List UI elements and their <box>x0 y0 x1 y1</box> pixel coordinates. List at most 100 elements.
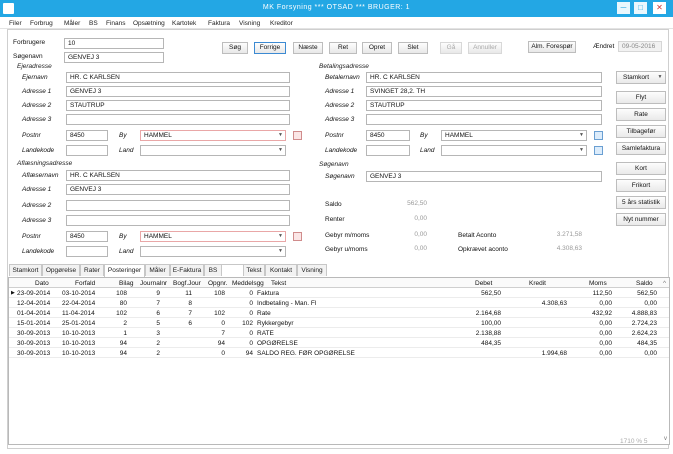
ejer-adr1-input[interactable]: GENVEJ 3 <box>66 86 290 97</box>
aflaes-landekode-input[interactable] <box>66 246 108 257</box>
aendret-field: 09-05-2016 <box>618 41 662 52</box>
col-bogf-jour[interactable]: Bogf.Jour <box>173 279 201 288</box>
menu-opsaetning[interactable]: Opsætning <box>133 20 165 27</box>
col-dato[interactable]: Dato <box>35 279 49 288</box>
menu-bar: Filer Forbrug Måler BS Finans Opsætning … <box>0 17 673 29</box>
gaa-button[interactable]: Gå <box>440 42 462 54</box>
close-button[interactable]: ✕ <box>653 2 666 14</box>
forbrugere-input[interactable]: 10 <box>64 38 164 49</box>
betal-landekode-input[interactable] <box>366 145 410 156</box>
col-kredit[interactable]: Kredit <box>529 279 546 288</box>
stamkort-dropdown[interactable]: Stamkort ▼ <box>616 71 666 84</box>
betal-adr2-input[interactable]: STAUTRUP <box>366 100 602 111</box>
col-opgnr[interactable]: Opgnr. <box>208 279 228 288</box>
rate-button[interactable]: Rate <box>616 108 666 121</box>
menu-filer[interactable]: Filer <box>9 20 22 27</box>
tab-visning[interactable]: Visning <box>297 264 327 276</box>
menu-finans[interactable]: Finans <box>106 20 126 27</box>
kort-button[interactable]: Kort <box>616 162 666 175</box>
ejer-landekode-input[interactable] <box>66 145 108 156</box>
col-saldo[interactable]: Saldo <box>636 279 653 288</box>
frikort-button[interactable]: Frikort <box>616 179 666 192</box>
annuller-button[interactable]: Annuller <box>468 42 502 54</box>
betal-adr3-input[interactable] <box>366 114 602 125</box>
naeste-button[interactable]: Næste <box>293 42 323 54</box>
table-row[interactable]: ▶ 23-09-2014 03-10-2014 108 9 11 108 0 Faktura 56… <box>9 289 669 298</box>
table-row[interactable]: 30-09-2013 10-10-2013 94 2 0 94 SALDO REG. FØR… <box>9 349 669 358</box>
table-row[interactable]: 30-09-2013 10-10-2013 94 2 94 0 OPGØRELSE 484,3… <box>9 339 669 348</box>
soeg-input[interactable]: GENVEJ 3 <box>366 171 602 182</box>
ejer-land-select[interactable]: ▼ <box>140 145 286 156</box>
col-debet[interactable]: Debet <box>475 279 492 288</box>
aflaes-by-select[interactable]: HAMMEL ▼ <box>140 231 286 242</box>
betal-adr1-input[interactable]: SVINGET 28,2. TH <box>366 86 602 97</box>
betal-land-select[interactable]: ▼ <box>441 145 587 156</box>
gebyr-m-moms-value: 0,00 <box>414 231 427 238</box>
row-divider <box>9 327 669 328</box>
tab-bs[interactable]: BS <box>204 264 222 276</box>
fem-aars-statistik-button[interactable]: 5 års statistik <box>616 196 666 209</box>
menu-kreditor[interactable]: Kreditor <box>270 20 293 27</box>
ejer-by-select[interactable]: HAMMEL ▼ <box>140 130 286 141</box>
aflaes-adr2-input[interactable] <box>66 200 290 211</box>
table-row[interactable]: 01-04-2014 11-04-2014 102 6 7 102 0 Rate 2.164,6… <box>9 309 669 318</box>
menu-bs[interactable]: BS <box>89 20 98 27</box>
col-journalnr[interactable]: Journalnr <box>140 279 167 288</box>
samlefaktura-button[interactable]: Samlefaktura <box>616 142 666 155</box>
maximize-button[interactable]: □ <box>634 2 647 14</box>
soegenavn-top-input[interactable]: GENVEJ 3 <box>64 52 164 63</box>
tab-stamkort[interactable]: Stamkort <box>9 264 42 276</box>
tilbagefoer-button[interactable]: Tilbagefør <box>616 125 666 138</box>
col-forfald[interactable]: Forfald <box>75 279 95 288</box>
soeg-button[interactable]: Søg <box>222 42 248 54</box>
aflaes-land-select[interactable]: ▼ <box>140 246 286 257</box>
tab-tekst[interactable]: Tekst <box>243 264 265 276</box>
betalernavn-input[interactable]: HR. C KARLSEN <box>366 72 602 83</box>
slet-button[interactable]: Slet <box>398 42 428 54</box>
chevron-down-icon: ▼ <box>278 132 283 138</box>
alm-forespoer-button[interactable]: Alm. Forespør <box>528 41 576 53</box>
col-meddelsgg[interactable]: Meddelsgg <box>232 279 264 288</box>
aflaes-address-lookup-icon[interactable] <box>293 232 302 241</box>
menu-maaler[interactable]: Måler <box>64 20 80 27</box>
tab-kontakt[interactable]: Kontakt <box>265 264 297 276</box>
aflaes-postnr-label: Postnr <box>22 233 41 240</box>
tab-maaler[interactable]: Måler <box>145 264 170 276</box>
betal-by-label: By <box>420 132 428 139</box>
betal-postnr-input[interactable]: 8450 <box>366 130 410 141</box>
table-row[interactable]: 30-09-2013 10-10-2013 1 3 7 0 RATE 2.138,88 0,00… <box>9 329 669 338</box>
aflaes-postnr-input[interactable]: 8450 <box>66 231 108 242</box>
betal-land-lookup-icon[interactable] <box>594 146 603 155</box>
menu-forbrug[interactable]: Forbrug <box>30 20 53 27</box>
aflaesnavn-input[interactable]: HR. C KARLSEN <box>66 170 290 181</box>
col-tekst[interactable]: Tekst <box>271 279 286 288</box>
ejer-adr2-input[interactable]: STAUTRUP <box>66 100 290 111</box>
menu-kartotek[interactable]: Kartotek <box>172 20 196 27</box>
menu-visning[interactable]: Visning <box>239 20 260 27</box>
ejer-postnr-input[interactable]: 8450 <box>66 130 108 141</box>
table-row[interactable]: 15-01-2014 25-01-2014 2 5 6 0 102 Rykkergebyr 10… <box>9 319 669 328</box>
betal-address-lookup-icon[interactable] <box>594 131 603 140</box>
nyt-nummer-button[interactable]: Nyt nummer <box>616 213 666 226</box>
scroll-up-icon[interactable]: ^ <box>663 279 666 288</box>
tab-opgoerelse[interactable]: Opgørelse <box>42 264 80 276</box>
col-moms[interactable]: Moms <box>589 279 607 288</box>
flyt-button[interactable]: Flyt <box>616 91 666 104</box>
menu-faktura[interactable]: Faktura <box>208 20 230 27</box>
minimize-button[interactable]: ─ <box>617 2 630 14</box>
col-bilag[interactable]: Bilag <box>119 279 133 288</box>
aflaes-adr3-input[interactable] <box>66 215 290 226</box>
ejer-address-lookup-icon[interactable] <box>293 131 302 140</box>
tab-efaktura[interactable]: E-Faktura <box>170 264 204 276</box>
tab-posteringer[interactable]: Posteringer <box>104 264 145 277</box>
tab-rater[interactable]: Rater <box>80 264 104 276</box>
ejernavn-input[interactable]: HR. C KARLSEN <box>66 72 290 83</box>
opret-button[interactable]: Opret <box>362 42 392 54</box>
forrige-button[interactable]: Forrige <box>254 42 286 54</box>
betal-by-select[interactable]: HAMMEL ▼ <box>441 130 587 141</box>
ejer-adr3-input[interactable] <box>66 114 290 125</box>
scroll-down-icon[interactable]: v <box>664 436 667 442</box>
aflaes-adr1-input[interactable]: GENVEJ 3 <box>66 184 290 195</box>
table-row[interactable]: 12-04-2014 22-04-2014 80 7 8 0 Indbetaling - M… <box>9 299 669 308</box>
ret-button[interactable]: Ret <box>329 42 357 54</box>
